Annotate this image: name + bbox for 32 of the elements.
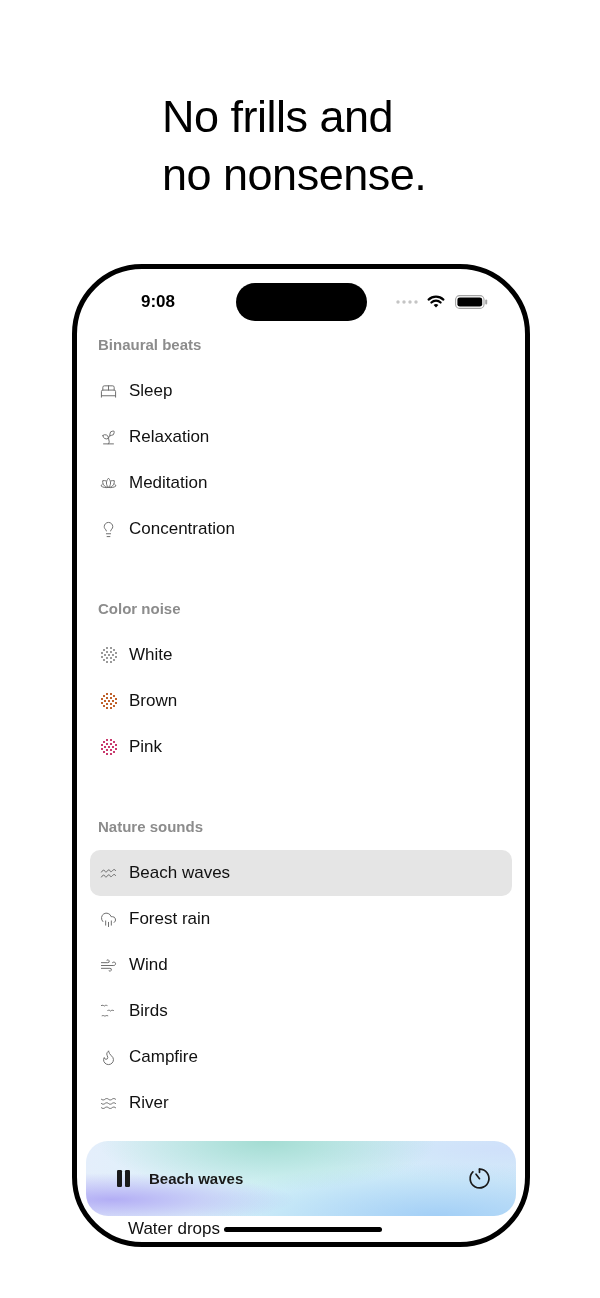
list-item[interactable]: Brown xyxy=(90,678,512,724)
sprout-icon xyxy=(100,428,117,446)
list-item[interactable]: Pink xyxy=(90,724,512,770)
flame-icon xyxy=(100,1048,117,1066)
list-item[interactable]: Campfire xyxy=(90,1034,512,1080)
list-item[interactable]: White xyxy=(90,632,512,678)
timer-icon[interactable] xyxy=(468,1167,491,1190)
signal-icon xyxy=(396,299,418,304)
birds-icon xyxy=(100,1002,117,1020)
cloud-rain-icon xyxy=(100,910,117,928)
list-item[interactable]: Concentration xyxy=(90,506,512,552)
list-item[interactable]: Forest rain xyxy=(90,896,512,942)
status-time: 9:08 xyxy=(140,291,177,312)
list-item[interactable]: Water drops xyxy=(128,1219,220,1239)
wind-icon xyxy=(100,956,117,974)
headline: No frills and no nonsense. xyxy=(162,90,428,202)
bed-icon xyxy=(100,382,117,400)
section-header: Color noise xyxy=(97,599,182,619)
list-item[interactable]: Birds xyxy=(90,988,512,1034)
wifi-icon xyxy=(427,295,445,308)
list-item[interactable]: River xyxy=(90,1080,512,1126)
list-item[interactable]: Sleep xyxy=(90,368,512,414)
battery-icon xyxy=(455,294,488,309)
section-header: Binaural beats xyxy=(97,335,203,355)
pause-icon[interactable] xyxy=(117,1170,130,1187)
list-item[interactable]: Beach waves xyxy=(90,850,512,896)
section-header: Nature sounds xyxy=(97,817,204,837)
list-item[interactable]: Relaxation xyxy=(90,414,512,460)
now-playing-bar[interactable]: Beach waves xyxy=(86,1141,516,1216)
now-playing-title: Beach waves xyxy=(149,1169,244,1188)
list-item[interactable]: Meditation xyxy=(90,460,512,506)
list-item[interactable]: Wind xyxy=(90,942,512,988)
